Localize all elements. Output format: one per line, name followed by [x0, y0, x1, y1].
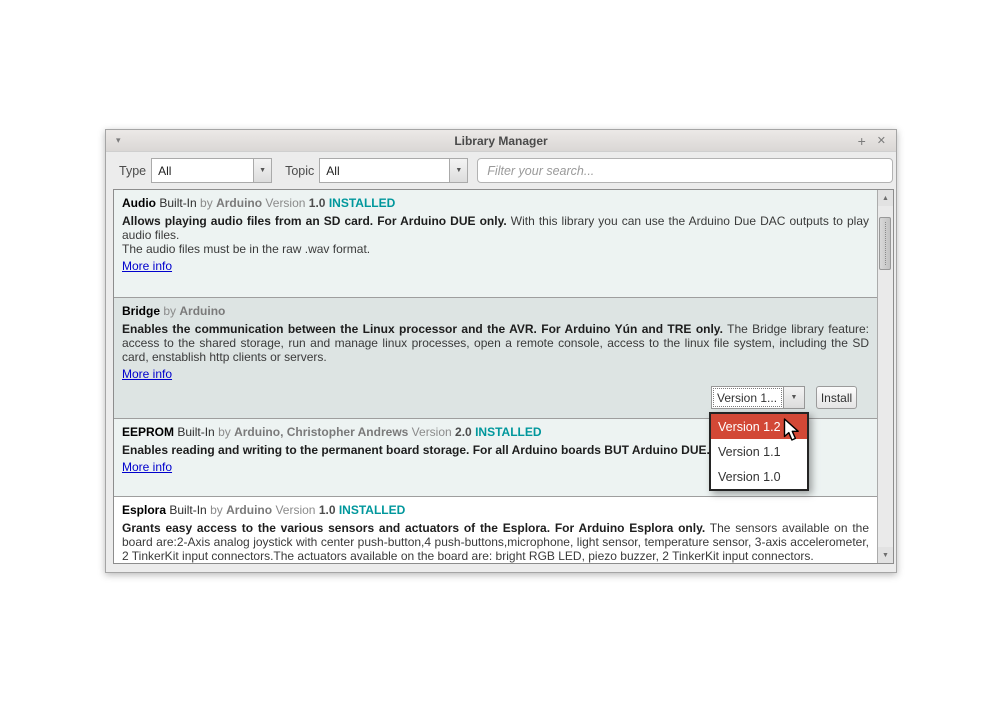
library-version: 1.0	[319, 503, 336, 517]
description-lead: Enables the communication between the Li…	[122, 322, 723, 336]
description-lead: Enables reading and writing to the perma…	[122, 443, 710, 457]
library-row-esplora[interactable]: Esplora Built-In by Arduino Version 1.0 …	[114, 497, 877, 563]
version-label: Version	[265, 196, 305, 210]
library-row-bridge[interactable]: Bridge by Arduino Enables the communicat…	[114, 298, 877, 419]
scroll-up-icon[interactable]: ▲	[878, 190, 893, 206]
version-option-1-0[interactable]: Version 1.0	[711, 464, 807, 489]
more-info-link[interactable]: More info	[122, 460, 172, 474]
library-description: Enables the communication between the Li…	[122, 322, 869, 364]
by-label: by	[218, 425, 231, 439]
by-label: by	[200, 196, 213, 210]
titlebar: ▾ Library Manager + ✕	[106, 130, 896, 152]
install-button[interactable]: Install	[816, 386, 857, 409]
library-name: Esplora	[122, 503, 166, 517]
library-description-line2: The audio files must be in the raw .wav …	[122, 242, 869, 256]
mouse-cursor-icon	[783, 418, 801, 444]
vertical-scrollbar[interactable]: ▲ ▼	[877, 190, 893, 563]
library-builtin: Built-In	[159, 196, 196, 210]
installed-badge: INSTALLED	[339, 503, 405, 517]
library-header: Esplora Built-In by Arduino Version 1.0 …	[122, 502, 869, 518]
type-dropdown-value: All	[151, 158, 253, 183]
library-header: Bridge by Arduino	[122, 303, 869, 319]
library-name: EEPROM	[122, 425, 174, 439]
library-header: Audio Built-In by Arduino Version 1.0 IN…	[122, 195, 869, 211]
window-menu-icon[interactable]: ▾	[116, 135, 121, 146]
topic-label: Topic	[285, 164, 314, 178]
description-lead: Allows playing audio files from an SD ca…	[122, 214, 507, 228]
library-list-panel: Audio Built-In by Arduino Version 1.0 IN…	[113, 189, 894, 564]
window-title: Library Manager	[106, 134, 896, 148]
library-version: 2.0	[455, 425, 472, 439]
by-label: by	[210, 503, 223, 517]
library-name: Bridge	[122, 304, 160, 318]
library-builtin: Built-In	[177, 425, 214, 439]
library-manager-window: ▾ Library Manager + ✕ Type All ▼ Topic A…	[105, 129, 897, 573]
library-name: Audio	[122, 196, 156, 210]
library-rows: Audio Built-In by Arduino Version 1.0 IN…	[114, 190, 877, 563]
chevron-down-icon[interactable]: ▼	[449, 158, 468, 183]
library-author: Arduino, Christopher Andrews	[234, 425, 408, 439]
description-lead: Grants easy access to the various sensor…	[122, 521, 705, 535]
library-builtin: Built-In	[169, 503, 206, 517]
search-input[interactable]	[477, 158, 893, 183]
library-row-audio[interactable]: Audio Built-In by Arduino Version 1.0 IN…	[114, 190, 877, 298]
library-author: Arduino	[226, 503, 272, 517]
chevron-down-icon[interactable]: ▼	[253, 158, 272, 183]
library-version: 1.0	[309, 196, 326, 210]
titlebar-buttons: + ✕	[858, 134, 886, 148]
topic-dropdown[interactable]: All ▼	[319, 158, 468, 183]
more-info-link[interactable]: More info	[122, 367, 172, 381]
type-label: Type	[119, 164, 146, 178]
maximize-icon[interactable]: +	[858, 134, 866, 148]
type-dropdown[interactable]: All ▼	[151, 158, 272, 183]
version-select[interactable]: Version 1...	[711, 386, 784, 409]
version-label: Version	[412, 425, 452, 439]
library-description: Allows playing audio files from an SD ca…	[122, 214, 869, 242]
close-icon[interactable]: ✕	[877, 134, 886, 148]
library-author: Arduino	[179, 304, 225, 318]
chevron-down-icon[interactable]: ▼	[784, 386, 805, 409]
topic-dropdown-value: All	[319, 158, 449, 183]
install-controls: Version 1... ▼ Install	[711, 386, 857, 409]
version-label: Version	[275, 503, 315, 517]
installed-badge: INSTALLED	[475, 425, 541, 439]
scroll-down-icon[interactable]: ▼	[878, 547, 893, 563]
by-label: by	[163, 304, 176, 318]
library-description: Grants easy access to the various sensor…	[122, 521, 869, 563]
filter-toolbar: Type All ▼ Topic All ▼	[106, 152, 896, 189]
more-info-link[interactable]: More info	[122, 259, 172, 273]
scrollbar-thumb[interactable]	[879, 217, 891, 270]
library-author: Arduino	[216, 196, 262, 210]
installed-badge: INSTALLED	[329, 196, 395, 210]
